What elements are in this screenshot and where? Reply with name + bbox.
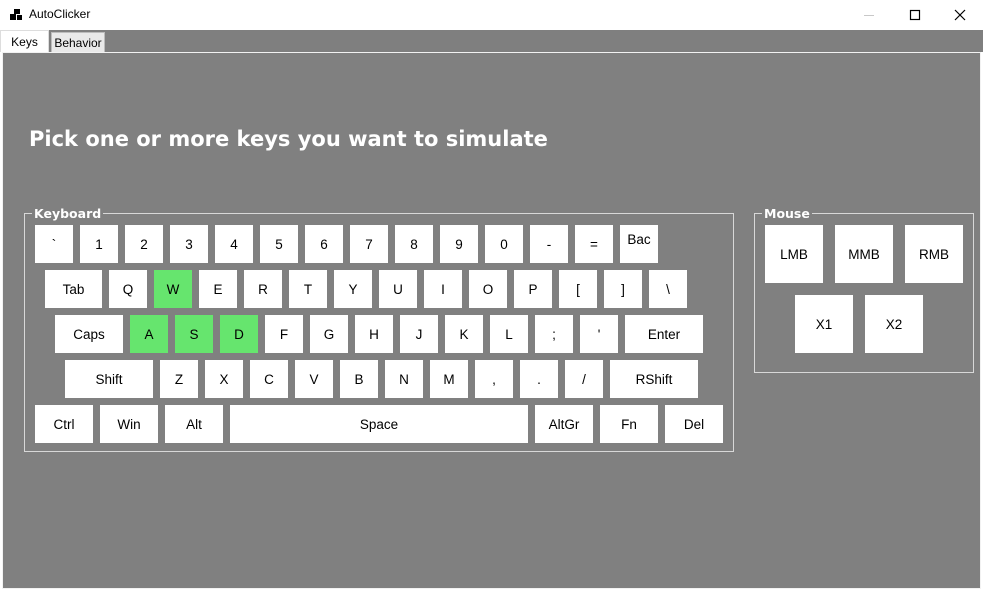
key-m[interactable]: M	[430, 360, 468, 398]
mouse-button-rmb[interactable]: RMB	[905, 225, 963, 283]
key-7[interactable]: 7	[350, 225, 388, 263]
key-b[interactable]: B	[340, 360, 378, 398]
key-v[interactable]: V	[295, 360, 333, 398]
key-6[interactable]: 6	[305, 225, 343, 263]
mouse-group-label: Mouse	[762, 206, 812, 221]
key-e[interactable]: E	[199, 270, 237, 308]
mouse-button-x2[interactable]: X2	[865, 295, 923, 353]
page-heading: Pick one or more keys you want to simula…	[29, 127, 548, 151]
key-space[interactable]: Space	[230, 405, 528, 443]
mouse-button-lmb[interactable]: LMB	[765, 225, 823, 283]
key-enter[interactable]: Enter	[625, 315, 703, 353]
key-quote[interactable]: '	[580, 315, 618, 353]
key-win[interactable]: Win	[100, 405, 158, 443]
key-i[interactable]: I	[424, 270, 462, 308]
key-altgr[interactable]: AltGr	[535, 405, 593, 443]
keyboard-group-label: Keyboard	[32, 206, 104, 221]
key-4[interactable]: 4	[215, 225, 253, 263]
key-w[interactable]: W	[154, 270, 192, 308]
tab-behavior[interactable]: Behavior	[51, 32, 105, 52]
key-semicolon[interactable]: ;	[535, 315, 573, 353]
key-o[interactable]: O	[469, 270, 507, 308]
key-slash[interactable]: /	[565, 360, 603, 398]
key-backtick[interactable]: `	[35, 225, 73, 263]
key-j[interactable]: J	[400, 315, 438, 353]
app-icon	[10, 9, 22, 20]
key-alt[interactable]: Alt	[165, 405, 223, 443]
key-bac[interactable]: Bac	[620, 225, 658, 263]
key-c[interactable]: C	[250, 360, 288, 398]
key-9[interactable]: 9	[440, 225, 478, 263]
key-left-bracket[interactable]: [	[559, 270, 597, 308]
key-minus[interactable]: -	[530, 225, 568, 263]
key-d[interactable]: D	[220, 315, 258, 353]
key-fn[interactable]: Fn	[600, 405, 658, 443]
key-y[interactable]: Y	[334, 270, 372, 308]
key-n[interactable]: N	[385, 360, 423, 398]
close-icon	[954, 9, 966, 21]
key-caps[interactable]: Caps	[55, 315, 123, 353]
key-period[interactable]: .	[520, 360, 558, 398]
minimize-icon	[864, 15, 874, 16]
minimize-button[interactable]	[846, 0, 892, 30]
title-bar: AutoClicker	[0, 0, 983, 30]
key-ctrl[interactable]: Ctrl	[35, 405, 93, 443]
key-l[interactable]: L	[490, 315, 528, 353]
tab-strip: Keys Behavior	[0, 30, 983, 52]
key-2[interactable]: 2	[125, 225, 163, 263]
key-del[interactable]: Del	[665, 405, 723, 443]
key-u[interactable]: U	[379, 270, 417, 308]
mouse-button-mmb[interactable]: MMB	[835, 225, 893, 283]
key-a[interactable]: A	[130, 315, 168, 353]
key-0[interactable]: 0	[485, 225, 523, 263]
key-8[interactable]: 8	[395, 225, 433, 263]
key-z[interactable]: Z	[160, 360, 198, 398]
key-3[interactable]: 3	[170, 225, 208, 263]
maximize-button[interactable]	[892, 0, 938, 30]
key-rshift[interactable]: RShift	[610, 360, 698, 398]
key-backslash[interactable]: \	[649, 270, 687, 308]
key-5[interactable]: 5	[260, 225, 298, 263]
mouse-button-x1[interactable]: X1	[795, 295, 853, 353]
key-f[interactable]: F	[265, 315, 303, 353]
tab-keys[interactable]: Keys	[0, 30, 49, 52]
key-q[interactable]: Q	[109, 270, 147, 308]
key-s[interactable]: S	[175, 315, 213, 353]
window-title: AutoClicker	[29, 7, 91, 21]
key-x[interactable]: X	[205, 360, 243, 398]
key-1[interactable]: 1	[80, 225, 118, 263]
key-k[interactable]: K	[445, 315, 483, 353]
key-tab[interactable]: Tab	[45, 270, 102, 308]
key-r[interactable]: R	[244, 270, 282, 308]
key-h[interactable]: H	[355, 315, 393, 353]
key-equals[interactable]: =	[575, 225, 613, 263]
key-t[interactable]: T	[289, 270, 327, 308]
maximize-icon	[909, 9, 921, 21]
key-p[interactable]: P	[514, 270, 552, 308]
key-right-bracket[interactable]: ]	[604, 270, 642, 308]
key-comma[interactable]: ,	[475, 360, 513, 398]
key-g[interactable]: G	[310, 315, 348, 353]
key-shift[interactable]: Shift	[65, 360, 153, 398]
close-button[interactable]	[937, 0, 983, 30]
